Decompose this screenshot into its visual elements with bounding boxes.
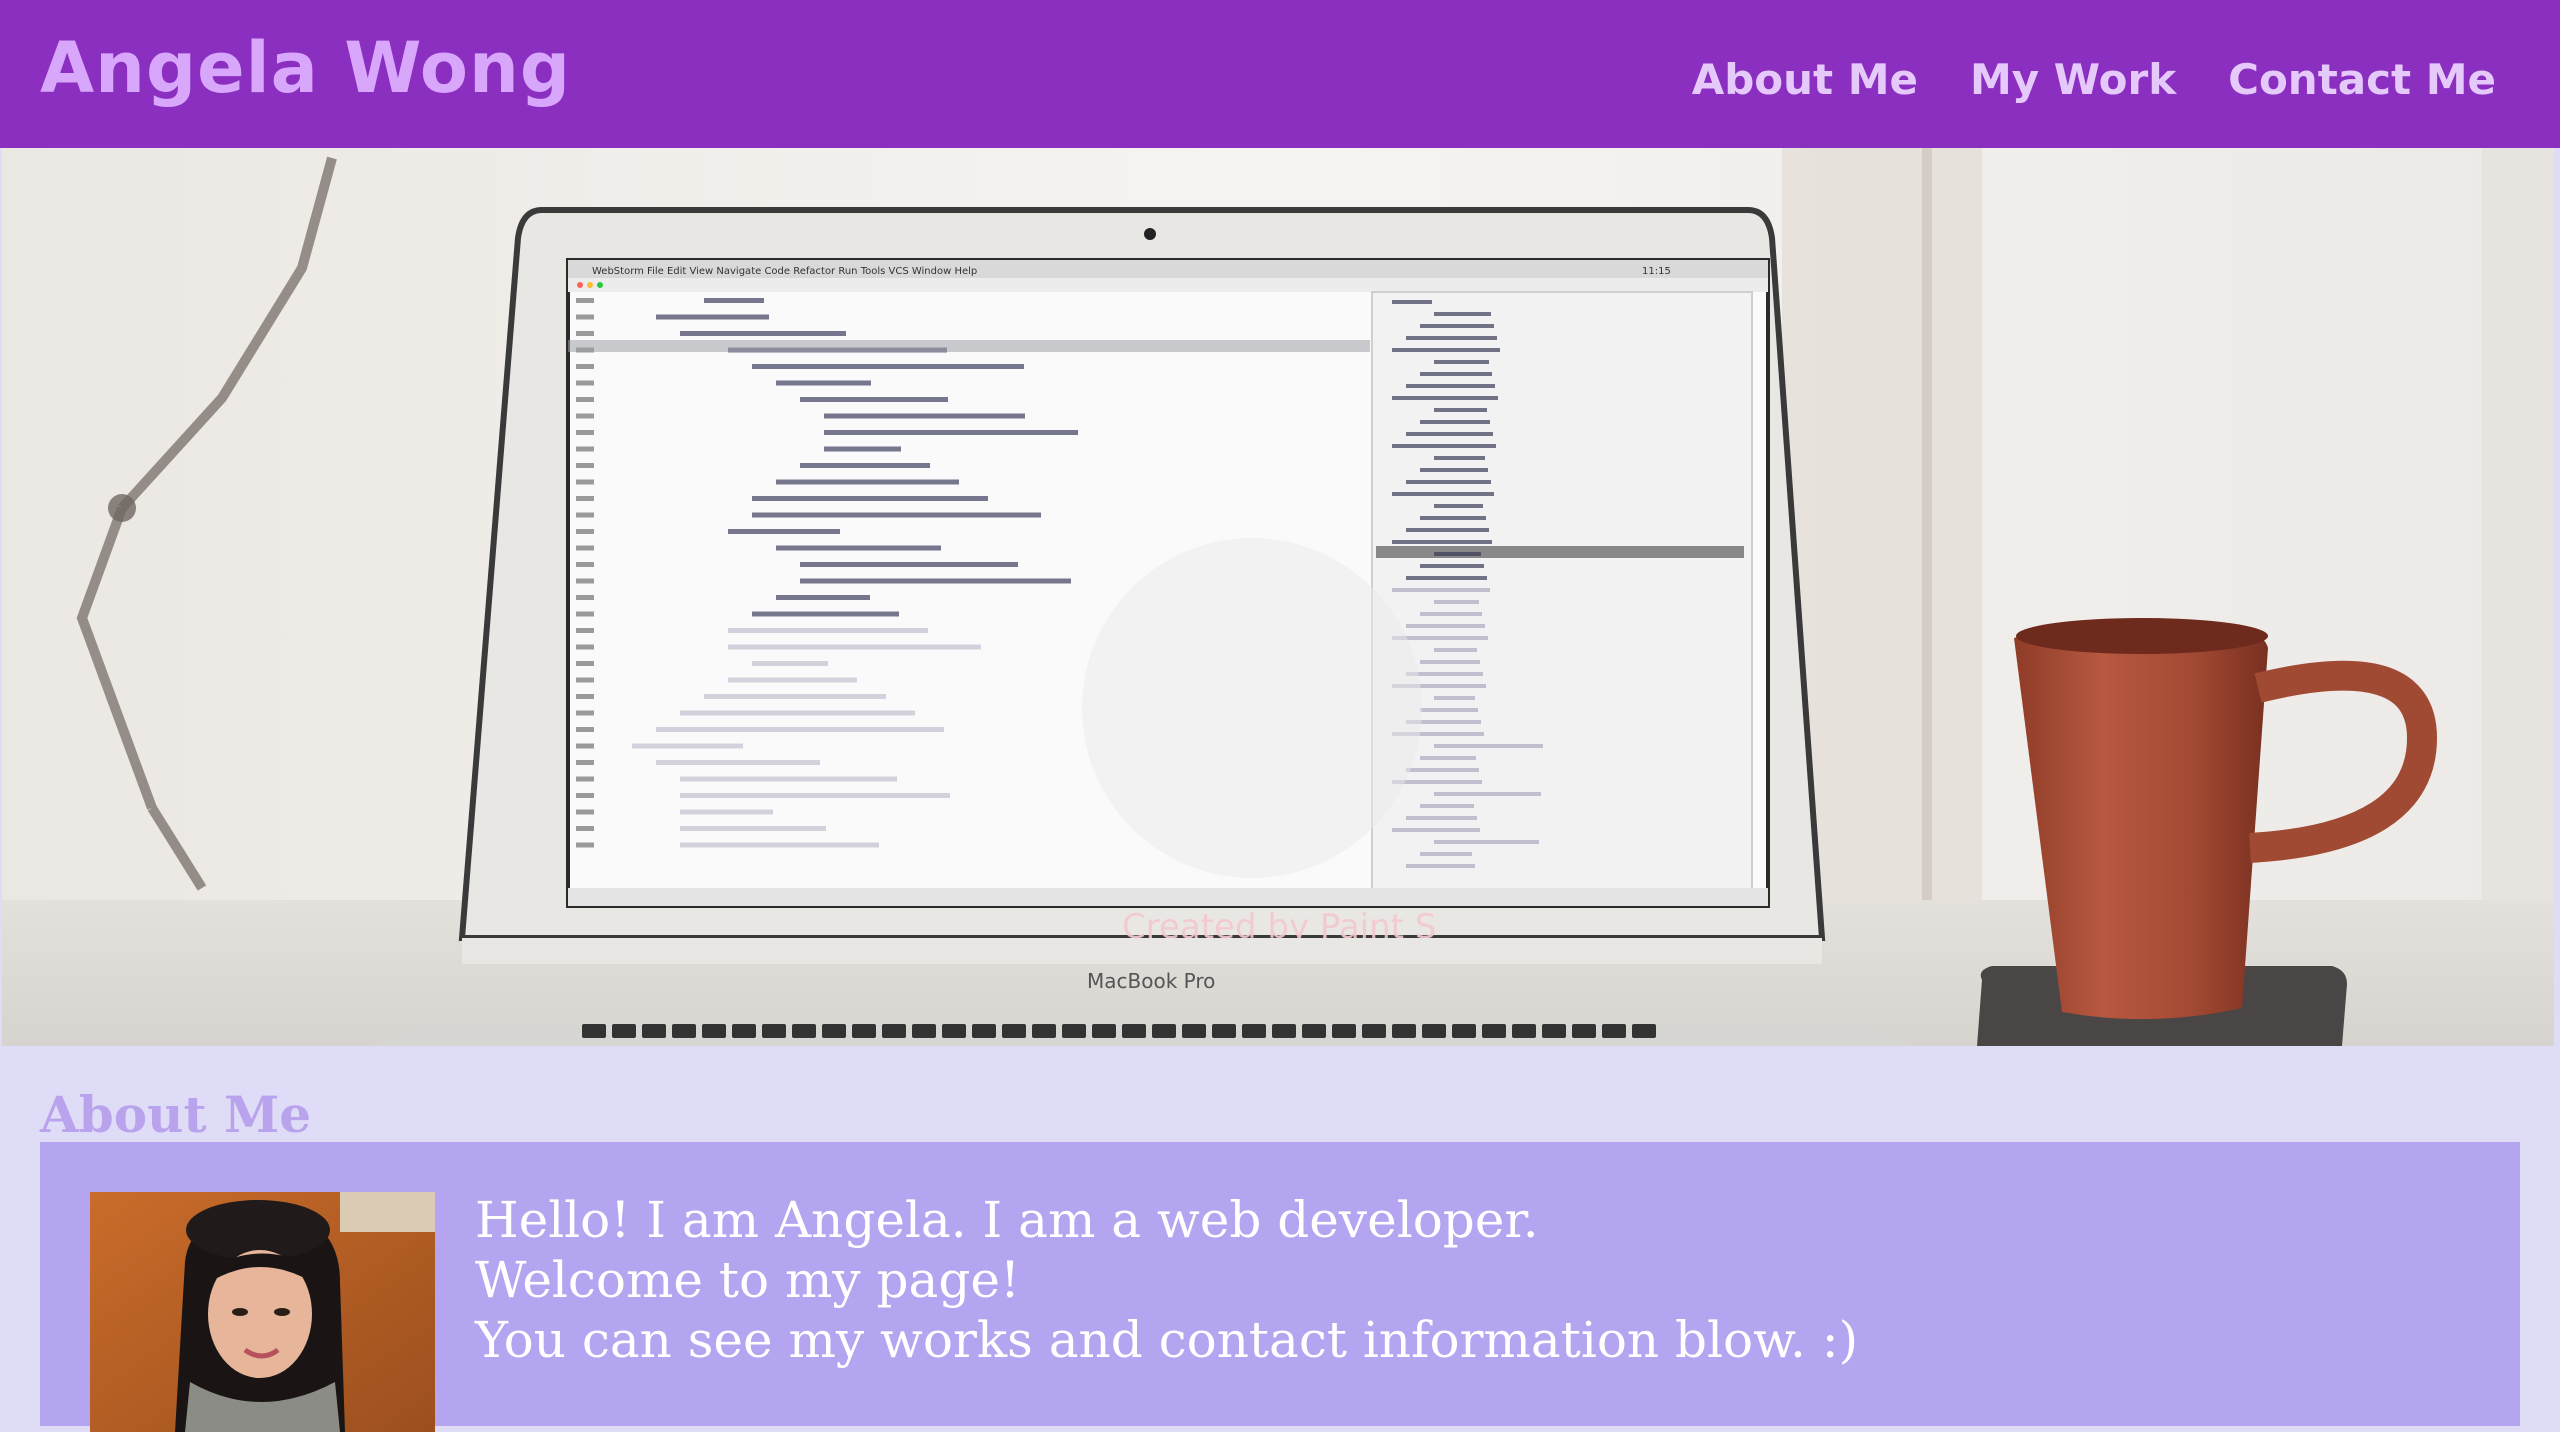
menubar-clock: 11:15 xyxy=(1642,266,1671,277)
profile-photo xyxy=(90,1192,435,1432)
site-header: Angela Wong About Me My Work Contact Me xyxy=(0,0,2560,148)
about-card: Hello! I am Angela. I am a web developer… xyxy=(40,1142,2520,1432)
nav-link-my-work[interactable]: My Work xyxy=(1970,50,2176,110)
nav-link-contact-me[interactable]: Contact Me xyxy=(2228,50,2496,110)
intro-line: Welcome to my page! xyxy=(475,1251,1021,1309)
hero-photo: WebStorm File Edit View Navigate Code Re… xyxy=(2,148,2554,1046)
menubar-text: WebStorm File Edit View Navigate Code Re… xyxy=(592,266,977,277)
site-title[interactable]: Angela Wong xyxy=(40,22,571,114)
intro-text: Hello! I am Angela. I am a web developer… xyxy=(475,1190,1858,1370)
about-heading: About Me xyxy=(40,1085,312,1144)
main-nav: About Me My Work Contact Me xyxy=(1692,50,2496,110)
nav-link-about-me[interactable]: About Me xyxy=(1692,50,1918,110)
hero-image: WebStorm File Edit View Navigate Code Re… xyxy=(2,148,2554,1046)
intro-line: You can see my works and contact informa… xyxy=(475,1311,1859,1369)
laptop-brand: MacBook Pro xyxy=(1087,969,1215,993)
intro-line: Hello! I am Angela. I am a web developer… xyxy=(475,1191,1539,1249)
